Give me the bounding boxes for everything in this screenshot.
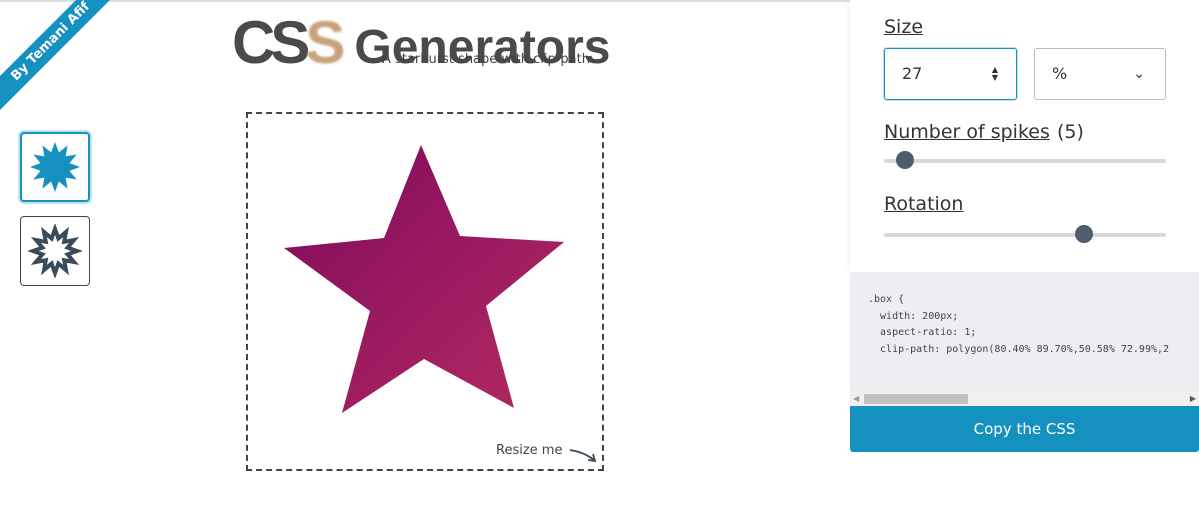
star-shape [284, 145, 564, 413]
size-label: Size [884, 16, 924, 38]
scroll-left-icon[interactable]: ◀ [853, 392, 859, 406]
code-scrollbar[interactable]: ◀ ▶ [850, 392, 1199, 406]
css-code: .box { width: 200px; aspect-ratio: 1; cl… [850, 272, 1199, 392]
starburst-filled-icon [30, 142, 80, 192]
spikes-label: Number of spikes [884, 121, 1050, 143]
rotation-slider[interactable] [884, 225, 1166, 243]
spikes-count: (5) [1057, 121, 1084, 143]
unit-select[interactable]: % ⌄ [1034, 48, 1166, 100]
rotation-label: Rotation [884, 193, 964, 215]
resize-hint: Resize me [496, 443, 563, 458]
author-ribbon[interactable]: By Temani Afif [0, 0, 127, 118]
starburst-outline-icon [28, 224, 82, 278]
arrow-icon [569, 449, 597, 463]
scrollbar-thumb[interactable] [864, 394, 968, 404]
scroll-right-icon[interactable]: ▶ [1190, 392, 1196, 406]
copy-css-button[interactable]: Copy the CSS [850, 406, 1199, 452]
chevron-down-icon: ⌄ [1133, 66, 1145, 82]
spikes-slider[interactable] [884, 151, 1166, 169]
preview-box[interactable] [246, 112, 604, 471]
page-subtitle: A starburst shape with clip-path [382, 52, 590, 67]
stepper-icon[interactable]: ▲ ▼ [992, 66, 998, 82]
shape-option-filled[interactable] [20, 132, 90, 202]
logo-css: CSS [232, 9, 345, 76]
size-input[interactable]: 27 ▲ ▼ [884, 48, 1017, 100]
shape-option-outline[interactable] [20, 216, 90, 286]
